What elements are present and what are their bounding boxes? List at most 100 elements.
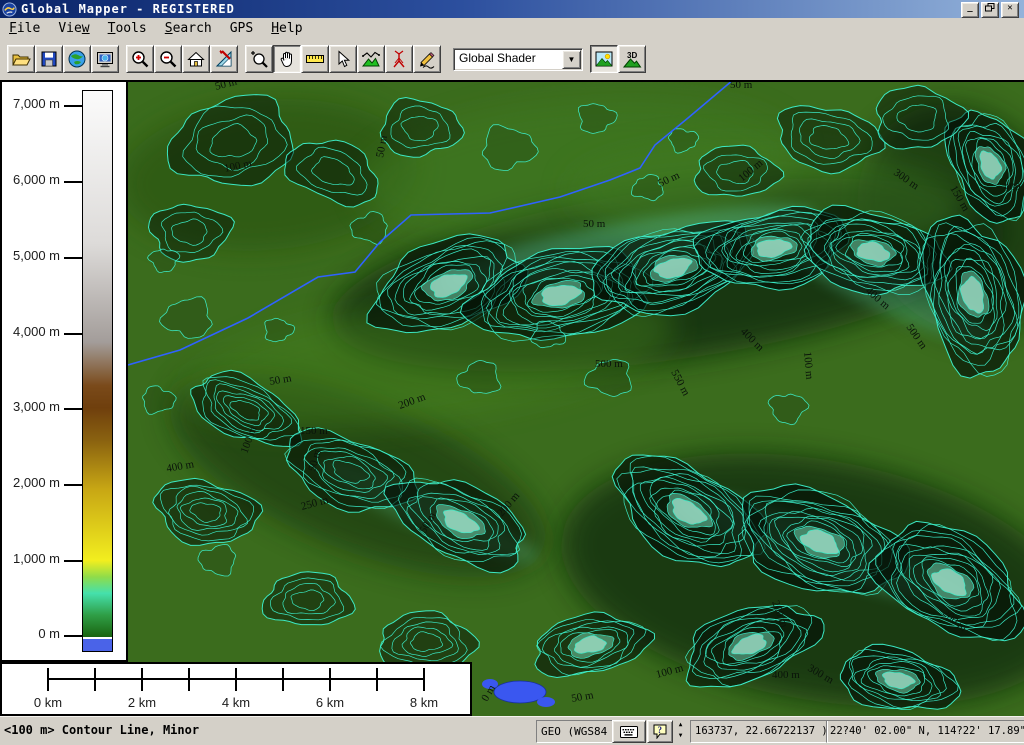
contour-label: 150 m bbox=[300, 425, 328, 437]
elevation-legend-panel: 7,000 m 6,000 m 5,000 m 4,000 m 3,000 m 2,000… bbox=[0, 80, 128, 662]
legend-tick bbox=[64, 333, 82, 335]
legend-label: 5,000 m bbox=[2, 248, 60, 263]
3d-view-button[interactable]: 3D bbox=[618, 45, 646, 73]
measure-tool-button[interactable] bbox=[301, 45, 329, 73]
status-projection-text: GEO (WGS84 bbox=[536, 720, 614, 743]
save-button[interactable] bbox=[35, 45, 63, 73]
legend-tick bbox=[64, 257, 82, 259]
spinner-up-icon[interactable]: ▲ bbox=[674, 721, 687, 731]
restore-icon bbox=[985, 3, 995, 12]
cursor-arrow-icon bbox=[333, 49, 353, 69]
map-canvas[interactable]: 50 m100 m50 m50 m50 m50 m100 m300 m150 m… bbox=[128, 80, 1024, 716]
zoom-in-icon bbox=[130, 49, 150, 69]
monitor-globe-icon bbox=[95, 49, 115, 69]
close-button[interactable]: ✕ bbox=[1001, 2, 1019, 18]
svg-text:3D: 3D bbox=[627, 51, 637, 60]
antenna-icon bbox=[389, 49, 409, 69]
menu-file[interactable]: File bbox=[0, 19, 49, 38]
legend-label: 4,000 m bbox=[2, 324, 60, 339]
globe-icon bbox=[67, 49, 87, 69]
file-toolbar-group bbox=[7, 45, 119, 73]
pan-tool-button[interactable] bbox=[273, 45, 301, 73]
path-profile-button[interactable] bbox=[357, 45, 385, 73]
content-divider bbox=[0, 80, 1024, 82]
menu-tools[interactable]: Tools bbox=[99, 19, 156, 38]
legend-label: 2,000 m bbox=[2, 475, 60, 490]
measure-draw-button[interactable] bbox=[210, 45, 238, 73]
export-display-button[interactable] bbox=[91, 45, 119, 73]
legend-label: 6,000 m bbox=[2, 172, 60, 187]
legend-label: 7,000 m bbox=[2, 96, 60, 111]
legend-tick bbox=[64, 484, 82, 486]
spinner-control[interactable]: ▲ ▼ bbox=[674, 721, 687, 741]
status-xy-coords: 163737, 22.66722137 ) bbox=[690, 720, 828, 743]
legend-tick bbox=[64, 105, 82, 107]
open-file-button[interactable] bbox=[7, 45, 35, 73]
tool-toolbar-group bbox=[245, 45, 441, 73]
status-bar: <100 m> Contour Line, Minor GEO (WGS84 ?… bbox=[0, 716, 1024, 745]
svg-text:0 km: 0 km bbox=[34, 695, 62, 710]
legend-label: 3,000 m bbox=[2, 399, 60, 414]
contour-label: 100 m bbox=[801, 351, 815, 380]
legend-tick bbox=[64, 560, 82, 562]
svg-text:?: ? bbox=[658, 725, 663, 735]
menu-bar: File View Tools Search GPS Help bbox=[0, 18, 1024, 38]
select-tool-button[interactable] bbox=[329, 45, 357, 73]
title-bar: Global Mapper - REGISTERED _ ✕ bbox=[0, 0, 1024, 18]
menu-view[interactable]: View bbox=[49, 19, 98, 38]
3d-view-icon: 3D bbox=[622, 49, 642, 69]
shader-select[interactable]: Global Shader ▼ bbox=[453, 48, 583, 71]
restore-button[interactable] bbox=[981, 2, 999, 18]
legend-label: 0 m bbox=[2, 626, 60, 641]
shader-select-value: Global Shader bbox=[459, 51, 536, 65]
pencil-icon bbox=[417, 49, 437, 69]
full-view-button[interactable] bbox=[182, 45, 210, 73]
toolbar: Global Shader ▼ 3D bbox=[0, 38, 1024, 80]
help-button[interactable]: ? bbox=[647, 720, 673, 743]
help-icon: ? bbox=[653, 724, 667, 739]
menu-help[interactable]: Help bbox=[262, 19, 311, 38]
legend-tick bbox=[64, 408, 82, 410]
map-viewport[interactable]: 50 m100 m50 m50 m50 m50 m100 m300 m150 m… bbox=[128, 80, 1024, 716]
zoom-in-button[interactable] bbox=[126, 45, 154, 73]
open-folder-icon bbox=[11, 49, 31, 69]
home-icon bbox=[186, 49, 206, 69]
image-swatch-icon bbox=[594, 49, 614, 69]
scale-bar-graphic: 0 km2 km4 km6 km8 km bbox=[2, 664, 466, 710]
world-data-button[interactable] bbox=[63, 45, 91, 73]
view-toolbar-group: 3D bbox=[590, 45, 646, 73]
legend-tick bbox=[64, 635, 82, 637]
keyboard-button[interactable] bbox=[612, 720, 646, 743]
svg-text:8 km: 8 km bbox=[410, 695, 438, 710]
contour-label: 400 m bbox=[1004, 181, 1024, 193]
minimize-button[interactable]: _ bbox=[961, 2, 979, 18]
zoom-out-icon bbox=[158, 49, 178, 69]
zoom-out-button[interactable] bbox=[154, 45, 182, 73]
status-feature-text: <100 m> Contour Line, Minor bbox=[4, 720, 524, 741]
menu-search[interactable]: Search bbox=[156, 19, 221, 38]
view-shed-button[interactable] bbox=[385, 45, 413, 73]
menu-gps[interactable]: GPS bbox=[221, 19, 262, 38]
spinner-down-icon[interactable]: ▼ bbox=[674, 732, 687, 742]
zoom-tool-icon bbox=[249, 49, 269, 69]
distance-scale-bar: 0 km2 km4 km6 km8 km bbox=[0, 662, 472, 716]
image-swatch-button[interactable] bbox=[590, 45, 618, 73]
pan-hand-icon bbox=[277, 49, 297, 69]
contour-label: 400 m bbox=[772, 669, 800, 681]
elevation-gradient bbox=[83, 91, 112, 637]
elevation-gradient-bar bbox=[82, 90, 113, 652]
set-square-pencil-icon bbox=[214, 49, 234, 69]
floppy-disk-icon bbox=[39, 49, 59, 69]
legend-tick bbox=[64, 181, 82, 183]
digitizer-button[interactable] bbox=[413, 45, 441, 73]
svg-text:4 km: 4 km bbox=[222, 695, 250, 710]
svg-text:6 km: 6 km bbox=[316, 695, 344, 710]
keyboard-icon bbox=[620, 726, 638, 738]
zoom-tool-button[interactable] bbox=[245, 45, 273, 73]
legend-label: 1,000 m bbox=[2, 551, 60, 566]
zoom-toolbar-group bbox=[126, 45, 238, 73]
app-icon bbox=[2, 2, 17, 17]
status-latlon-coords: 22?40' 02.00" N, 114?22' 17.89" E bbox=[826, 720, 1024, 743]
path-profile-icon bbox=[361, 49, 381, 69]
combo-dropdown-arrow[interactable]: ▼ bbox=[562, 50, 581, 69]
